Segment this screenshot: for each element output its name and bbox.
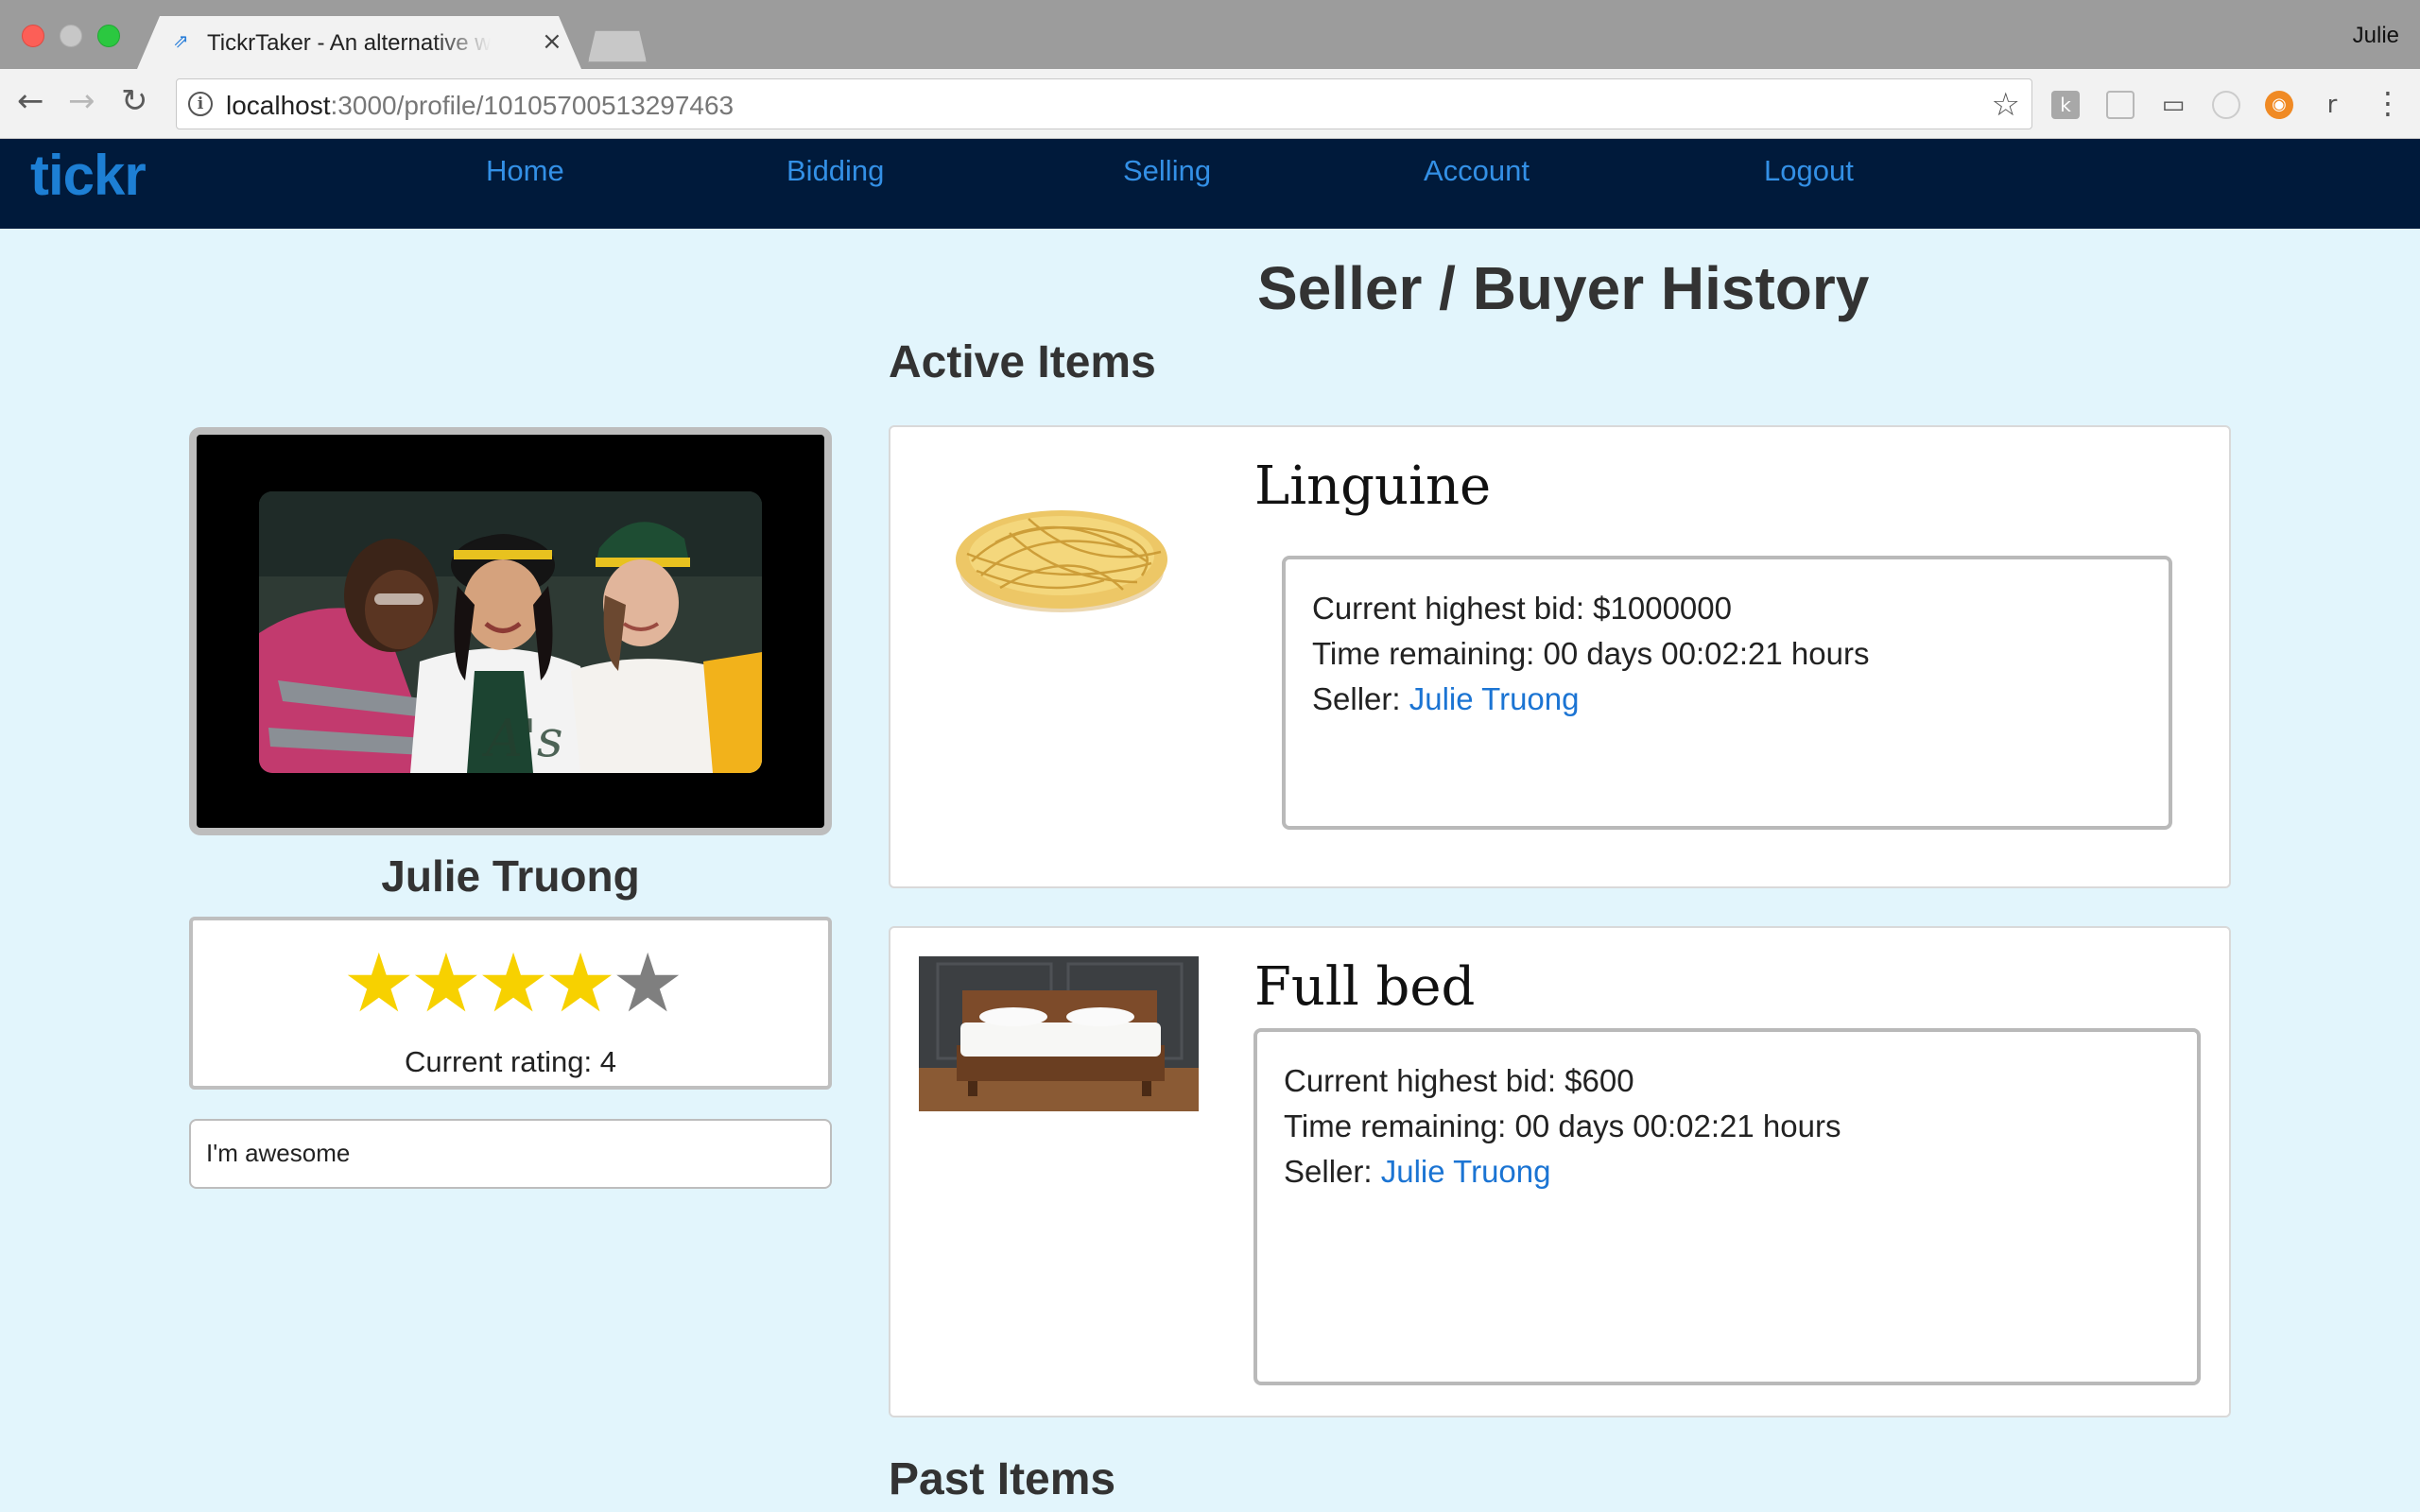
active-items-heading: Active Items [889,337,1156,387]
tab-favicon-icon: ⇗ [173,29,189,52]
extension-icon[interactable]: k [2051,91,2080,119]
item-card[interactable]: Linguine Current highest bid: $1000000 T… [889,425,2231,888]
current-bid: Current highest bid: $600 [1284,1063,1634,1098]
browser-tab[interactable]: ⇗ TickrTaker - An alternative way to sho… [137,16,581,69]
current-bid: Current highest bid: $1000000 [1312,591,1732,626]
star-icon: ★ [409,936,482,1031]
star-icon: ★ [544,936,617,1031]
brand-logo[interactable]: tickr [30,143,147,208]
item-thumbnail-full-bed[interactable] [919,956,1199,1111]
item-title[interactable]: Linguine [1254,455,1491,517]
nav-link-account[interactable]: Account [1424,154,1530,188]
current-rating-text: Current rating: 4 [405,1045,616,1078]
time-remaining: Time remaining: 00 days 00:02:21 hours [1284,1108,1841,1143]
star-icon: ★ [476,936,549,1031]
bookmark-star-icon[interactable]: ☆ [1992,86,2020,124]
star-icon: ★ [342,936,415,1031]
extension-icon[interactable]: ◉ [2265,91,2293,119]
browser-profile-name[interactable]: Julie [2353,23,2399,49]
star-icon: ★ [611,936,684,1031]
profile-photo: A's [259,491,762,773]
page-title: Seller / Buyer History [1257,254,1870,322]
address-bar[interactable]: i localhost:3000/profile/101057005132974… [176,78,2032,129]
nav-link-logout[interactable]: Logout [1764,154,1854,188]
reload-icon[interactable]: ↻ [121,84,148,118]
url-host: localhost [226,91,331,120]
item-thumbnail-linguine[interactable] [943,476,1180,627]
site-info-icon[interactable]: i [188,92,213,116]
item-details-box: Current highest bid: $1000000 Time remai… [1282,556,2172,830]
profile-photo-frame: A's [189,427,832,835]
item-title[interactable]: Full bed [1254,956,1475,1018]
seller-link[interactable]: Julie Truong [1381,1154,1551,1189]
extension-icon[interactable] [2212,91,2240,119]
bio-box: I'm awesome [189,1119,832,1189]
back-arrow-icon[interactable]: ← [17,84,44,118]
url-text[interactable]: localhost:3000/profile/10105700513297463 [226,91,734,121]
url-path: :3000/profile/10105700513297463 [330,91,735,120]
rating-stars: ★★★★★ [193,941,828,1026]
maximize-window-button[interactable] [97,25,120,47]
rating-box: ★★★★★ Current rating: 4 [189,917,832,1090]
item-card[interactable]: Full bed Current highest bid: $600 Time … [889,926,2231,1418]
past-items-heading: Past Items [889,1454,1116,1504]
cast-icon[interactable]: ▭ [2159,91,2187,119]
svg-text:A's: A's [481,709,563,768]
nav-link-selling[interactable]: Selling [1123,154,1211,188]
time-remaining: Time remaining: 00 days 00:02:21 hours [1312,636,1870,671]
browser-toolbar: ← → ↻ i localhost:3000/profile/101057005… [0,69,2420,139]
item-details-box: Current highest bid: $600 Time remaining… [1253,1028,2201,1385]
close-window-button[interactable] [22,25,44,47]
forward-arrow-icon[interactable]: → [68,84,95,118]
profile-name: Julie Truong [381,851,640,901]
seller-label: Seller: [1312,681,1409,716]
nav-link-bidding[interactable]: Bidding [786,154,884,188]
seller-line: Seller: Julie Truong [1284,1149,2170,1194]
seller-link[interactable]: Julie Truong [1409,681,1580,716]
seller-label: Seller: [1284,1154,1381,1189]
browser-tabstrip: ⇗ TickrTaker - An alternative way to sho… [0,0,2420,69]
extension-icon[interactable] [2106,91,2135,119]
minimize-window-button[interactable] [60,25,82,47]
new-tab-button[interactable] [588,30,647,62]
nav-link-home[interactable]: Home [486,154,564,188]
site-navbar: tickr Home Bidding Selling Account Logou… [0,139,2420,229]
tab-close-icon[interactable]: × [542,27,562,56]
browser-menu-icon[interactable]: ⋮ [2373,86,2403,120]
tab-title: TickrTaker - An alternative way to shop [207,30,491,56]
extension-icon[interactable]: r [2318,91,2346,119]
seller-line: Seller: Julie Truong [1312,677,2142,722]
